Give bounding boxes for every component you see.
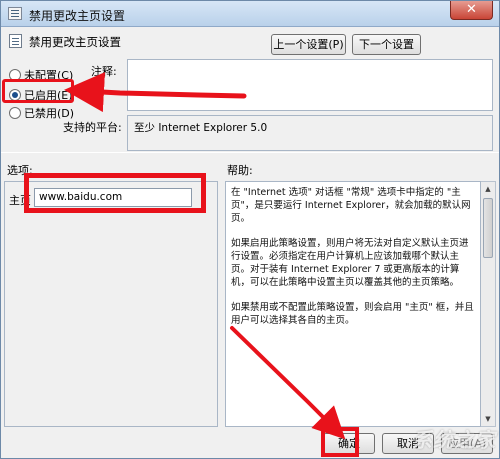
previous-setting-button[interactable]: 上一个设置(P) bbox=[271, 34, 346, 55]
watermark: 系统之家 bbox=[412, 428, 496, 452]
scroll-thumb[interactable] bbox=[483, 198, 493, 258]
radio-label: 未配置(C) bbox=[24, 69, 74, 82]
homepage-label: 主页 bbox=[9, 194, 31, 207]
setting-title: 禁用更改主页设置 bbox=[29, 35, 121, 49]
help-paragraph: 如果启用此策略设置，则用户将无法对自定义默认主页进行设置。必须指定在用户计算机上… bbox=[231, 238, 469, 288]
radio-button[interactable] bbox=[9, 69, 21, 81]
radio-button[interactable] bbox=[9, 107, 21, 119]
help-text-pane: 在 "Internet 选项" 对话框 "常规" 选项卡中指定的 "主页"，是只… bbox=[225, 181, 481, 427]
platform-value: 至少 Internet Explorer 5.0 bbox=[127, 115, 493, 151]
close-icon: ✕ bbox=[466, 2, 477, 17]
radio-enabled[interactable]: 已启用(E) bbox=[9, 87, 73, 103]
next-setting-button[interactable]: 下一个设置(N) bbox=[352, 34, 421, 70]
homepage-input[interactable]: www.baidu.com bbox=[34, 188, 192, 207]
close-button[interactable]: ✕ bbox=[450, 1, 493, 20]
help-paragraph: 在 "Internet 选项" 对话框 "常规" 选项卡中指定的 "主页"，是只… bbox=[231, 187, 471, 224]
scroll-up-icon[interactable]: ▲ bbox=[482, 182, 494, 196]
policy-document-icon bbox=[9, 34, 22, 48]
comment-textarea[interactable] bbox=[127, 59, 493, 111]
options-pane bbox=[4, 181, 218, 427]
help-label: 帮助: bbox=[227, 164, 253, 177]
help-scrollbar[interactable]: ▲ ▼ bbox=[481, 181, 496, 427]
help-paragraph: 如果禁用或不配置此策略设置，则会启用 "主页" 框，并且用户可以选择其各自的主页… bbox=[231, 302, 474, 326]
radio-not-configured[interactable]: 未配置(C) bbox=[9, 67, 73, 83]
radio-label: 已启用(E) bbox=[24, 89, 73, 102]
policy-dialog-window: 禁用更改主页设置 ✕ 禁用更改主页设置 上一个设置(P) 下一个设置(N) 未配… bbox=[0, 0, 500, 459]
ok-button[interactable]: 确定 bbox=[323, 433, 375, 454]
platform-label: 支持的平台: bbox=[63, 121, 122, 134]
title-bar[interactable]: 禁用更改主页设置 ✕ bbox=[1, 1, 499, 27]
policy-window-icon bbox=[8, 7, 22, 20]
radio-button-checked[interactable] bbox=[9, 89, 21, 101]
options-label: 选项: bbox=[7, 164, 33, 177]
section-divider bbox=[1, 152, 499, 153]
comment-label: 注释: bbox=[91, 65, 117, 78]
window-title: 禁用更改主页设置 bbox=[29, 9, 126, 23]
